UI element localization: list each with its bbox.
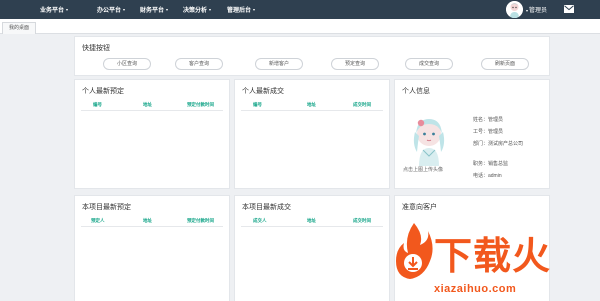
- chevron-down-icon: ▾: [526, 8, 529, 13]
- table-header: 编号 地址 预定付款时间: [81, 101, 223, 111]
- column-header[interactable]: 成交时间: [353, 102, 371, 108]
- panel-title: 快捷按钮: [82, 45, 110, 52]
- column-header[interactable]: 预定付款时间: [187, 218, 214, 224]
- column-header[interactable]: 编号: [93, 102, 102, 108]
- chevron-down-icon: ▾: [209, 7, 212, 12]
- column-header[interactable]: 地址: [143, 102, 152, 108]
- avatar-caption: 点击上图上传头像: [403, 167, 444, 173]
- deal-search-button[interactable]: 成交查询: [405, 58, 453, 70]
- watermark-domain: xiazaihuo.com: [434, 283, 517, 295]
- info-phone: 电话：admin: [473, 173, 502, 179]
- nav-item-analysis[interactable]: 决策分析 ▾: [183, 5, 211, 14]
- column-header[interactable]: 地址: [307, 218, 316, 224]
- top-navbar: 业务平台 ▾ 办公平台 ▾ 财务平台 ▾ 决策分析 ▾ 管理后台 ▾ ▾管理员: [0, 0, 600, 19]
- personal-deals-panel: 个人最新成交 编号 地址 成交时间: [234, 79, 390, 189]
- avatar[interactable]: [506, 1, 523, 18]
- user-menu[interactable]: ▾管理员: [526, 5, 547, 14]
- estate-search-button[interactable]: 小区查询: [103, 58, 151, 70]
- nav-item-label: 管理后台: [227, 8, 252, 14]
- panel-title: 准意向客户: [402, 204, 437, 211]
- add-customer-button[interactable]: 新增客户: [255, 58, 303, 70]
- tab-home[interactable]: 我的桌面: [2, 22, 36, 34]
- nav-item-admin[interactable]: 管理后台 ▾: [227, 5, 255, 14]
- panel-title: 本项目最新成交: [242, 204, 291, 211]
- info-employee-id: 工号：管理员: [473, 129, 504, 135]
- info-position: 职务：销售总监: [473, 161, 509, 167]
- table-header: 成交人 地址 成交时间: [241, 217, 383, 227]
- tab-bar: 我的桌面: [0, 19, 600, 34]
- project-deals-panel: 本项目最新成交 成交人 地址 成交时间: [234, 195, 390, 301]
- table-header: 编号 地址 成交时间: [241, 101, 383, 111]
- personal-reservations-panel: 个人最新预定 编号 地址 预定付款时间: [74, 79, 230, 189]
- watermark-logo-icon: [396, 223, 433, 279]
- user-name: 管理员: [529, 8, 548, 14]
- nav-item-business[interactable]: 业务平台 ▾: [40, 5, 68, 14]
- chevron-down-icon: ▾: [166, 7, 169, 12]
- nav-item-office[interactable]: 办公平台 ▾: [97, 5, 125, 14]
- nav-item-label: 办公平台: [97, 8, 122, 14]
- refresh-page-button[interactable]: 刷新页面: [481, 58, 529, 70]
- watermark: 下载火 xiazaihuo.com: [394, 219, 600, 301]
- customer-search-button[interactable]: 客户查询: [175, 58, 223, 70]
- column-header[interactable]: 编号: [253, 102, 262, 108]
- nav-item-finance[interactable]: 财务平台 ▾: [140, 5, 168, 14]
- column-header[interactable]: 预定付款时间: [187, 102, 214, 108]
- nav-item-label: 财务平台: [140, 8, 165, 14]
- project-reservations-panel: 本项目最新预定 预定人 地址 预定付款时间: [74, 195, 230, 301]
- quick-buttons-panel: 快捷按钮 小区查询 客户查询 新增客户 预定查询 成交查询 刷新页面: [74, 36, 550, 76]
- avatar-upload[interactable]: [409, 116, 449, 166]
- panel-title: 个人信息: [402, 88, 430, 95]
- panel-title: 个人最新成交: [242, 88, 284, 95]
- personal-info-panel: 个人信息 点击上图上传头像 姓名：管理员 工号：管理员 部门：测试房产总公司 职…: [394, 79, 550, 189]
- column-header[interactable]: 地址: [143, 218, 152, 224]
- table-header: 预定人 地址 预定付款时间: [81, 217, 223, 227]
- info-name: 姓名：管理员: [473, 117, 504, 123]
- nav-item-label: 决策分析: [183, 8, 208, 14]
- nav-item-label: 业务平台: [40, 8, 65, 14]
- panel-title: 本项目最新预定: [82, 204, 131, 211]
- mail-icon[interactable]: [564, 5, 574, 13]
- column-header[interactable]: 成交人: [253, 218, 267, 224]
- chevron-down-icon: ▾: [66, 7, 69, 12]
- reservation-search-button[interactable]: 预定查询: [331, 58, 379, 70]
- column-header[interactable]: 预定人: [91, 218, 105, 224]
- chevron-down-icon: ▾: [253, 7, 256, 12]
- watermark-logo-text: 下载火: [434, 236, 552, 278]
- column-header[interactable]: 成交时间: [353, 218, 371, 224]
- chevron-down-icon: ▾: [123, 7, 126, 12]
- info-department: 部门：测试房产总公司: [473, 141, 524, 147]
- panel-title: 个人最新预定: [82, 88, 124, 95]
- column-header[interactable]: 地址: [307, 102, 316, 108]
